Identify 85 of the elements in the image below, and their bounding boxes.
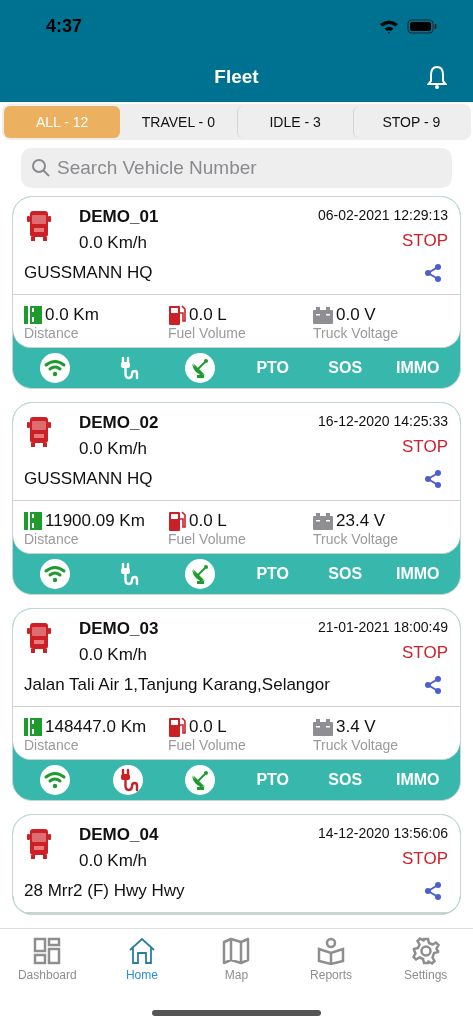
battery-icon: [313, 306, 333, 324]
indicator-label: IMMO: [394, 771, 441, 789]
indicator-label: SOS: [327, 565, 364, 583]
fuel-pump-icon: [168, 305, 186, 325]
vehicle-speed: 0.0 Km/h: [79, 233, 149, 253]
voltage-value: 23.4 V: [336, 511, 386, 531]
truck-icon: [27, 829, 51, 859]
vehicle-speed: 0.0 Km/h: [79, 851, 149, 871]
truck-icon: [27, 623, 51, 653]
search-icon: [31, 158, 51, 178]
fuel-pump-icon: [168, 717, 186, 737]
indicator-label: SOS: [327, 771, 364, 789]
vehicle-speed: 0.0 Km/h: [79, 439, 149, 459]
vehicle-status: STOP: [402, 231, 448, 251]
search-field[interactable]: Search Vehicle Number: [21, 148, 452, 188]
road-icon: [24, 718, 42, 736]
truck-icon: [27, 417, 51, 447]
distance-value: 0.0 Km: [45, 305, 99, 325]
filter-tab[interactable]: IDLE - 3: [236, 106, 353, 138]
indicator-label: SOS: [327, 359, 364, 377]
share-icon[interactable]: [424, 676, 442, 694]
vehicle-location: Jalan Tali Air 1,Tanjung Karang,Selangor: [24, 675, 330, 695]
truck-icon: [27, 211, 51, 241]
vehicle-speed: 0.0 Km/h: [79, 645, 149, 665]
vehicle-card[interactable]: DEMO_02 0.0 Km/h 16-12-2020 14:25:33 STOP GUSSMANN HQ 11900.09 Km Distance 0.0 L Fuel Volume 23.4 V Truck Voltage PTO SOS IMMO: [12, 402, 461, 595]
vehicle-name: DEMO_01: [79, 207, 160, 227]
voltage-label: Truck Voltage: [313, 325, 400, 341]
fuel-pump-icon: [168, 511, 186, 531]
status-time: 4:37: [46, 15, 83, 37]
vehicle-card[interactable]: DEMO_04 0.0 Km/h 14-12-2020 13:56:06 STOP 28 Mrr2 (F) Hwy Hwy: [12, 814, 461, 915]
tab-label[interactable]: Map: [224, 968, 249, 982]
distance-label: Distance: [24, 737, 80, 753]
vehicle-location: GUSSMANN HQ: [24, 469, 153, 489]
voltage-value: 0.0 V: [336, 305, 376, 325]
distance-label: Distance: [24, 531, 80, 547]
vehicle-status: STOP: [402, 437, 448, 457]
road-icon: [24, 512, 42, 530]
vehicle-status: STOP: [402, 643, 448, 663]
filter-tab[interactable]: TRAVEL - 0: [120, 106, 237, 138]
vehicle-name: DEMO_04: [79, 825, 160, 845]
filter-tab[interactable]: STOP - 9: [352, 106, 469, 138]
fuel-label: Fuel Volume: [168, 737, 247, 753]
share-icon[interactable]: [424, 264, 442, 282]
bell-icon[interactable]: [427, 65, 447, 89]
voltage-label: Truck Voltage: [313, 737, 400, 753]
indicator-label: PTO: [255, 359, 291, 377]
fuel-label: Fuel Volume: [168, 325, 247, 341]
battery-icon: [313, 512, 333, 530]
distance-value: 11900.09 Km: [45, 511, 145, 531]
tab-label[interactable]: Home: [125, 968, 158, 982]
voltage-value: 3.4 V: [336, 717, 376, 737]
vehicle-location: 28 Mrr2 (F) Hwy Hwy: [24, 881, 185, 901]
indicator-label: PTO: [255, 771, 291, 789]
indicator-label: IMMO: [394, 359, 441, 377]
vehicle-timestamp: 06-02-2021 12:29:13: [318, 207, 448, 223]
vehicle-name: DEMO_02: [79, 413, 160, 433]
settings-icon[interactable]: [411, 937, 440, 965]
vehicle-location: GUSSMANN HQ: [24, 263, 153, 283]
home-icon[interactable]: [127, 937, 156, 965]
vehicle-timestamp: 21-01-2021 18:00:49: [318, 619, 448, 635]
vehicle-name: DEMO_03: [79, 619, 160, 639]
map-icon[interactable]: [222, 937, 251, 965]
vehicle-timestamp: 14-12-2020 13:56:06: [318, 825, 448, 841]
fuel-value: 0.0 L: [189, 717, 227, 737]
distance-value: 148447.0 Km: [45, 717, 147, 737]
vehicle-card[interactable]: DEMO_03 0.0 Km/h 21-01-2021 18:00:49 STOP Jalan Tali Air 1,Tanjung Karang,Selangor 148447.0 Km Distance 0.0 L Fuel Volume 3.4 V Truck Voltage PTO SOS IMMO: [12, 608, 461, 801]
vehicle-timestamp: 16-12-2020 14:25:33: [318, 413, 448, 429]
indicator-label: IMMO: [394, 565, 441, 583]
battery-status-icon: [407, 18, 437, 34]
vehicle-card[interactable]: DEMO_01 0.0 Km/h 06-02-2021 12:29:13 STOP GUSSMANN HQ 0.0 Km Distance 0.0 L Fuel Volume 0.0 V Truck Voltage PTO SOS IMMO: [12, 196, 461, 389]
reports-icon[interactable]: [317, 937, 346, 965]
voltage-label: Truck Voltage: [313, 531, 400, 547]
dashboard-icon[interactable]: [33, 937, 62, 965]
battery-icon: [313, 718, 333, 736]
share-icon[interactable]: [424, 882, 442, 900]
vehicle-status: STOP: [402, 849, 448, 869]
indicator-label: PTO: [255, 565, 291, 583]
fuel-label: Fuel Volume: [168, 531, 247, 547]
distance-label: Distance: [24, 325, 80, 341]
screen-title: Fleet: [214, 66, 259, 88]
fuel-value: 0.0 L: [189, 511, 227, 531]
wifi-signal-icon: [379, 18, 399, 34]
share-icon[interactable]: [424, 470, 442, 488]
fuel-value: 0.0 L: [189, 305, 227, 325]
road-icon: [24, 306, 42, 324]
